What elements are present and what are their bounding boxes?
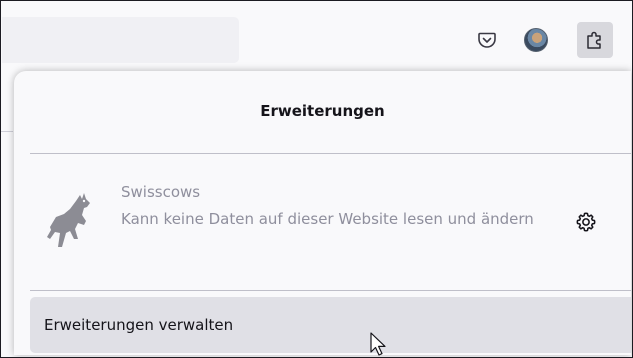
manage-extensions-label: Erweiterungen verwalten (44, 316, 234, 334)
extensions-button[interactable] (577, 22, 613, 58)
account-avatar-icon (524, 28, 548, 52)
panel-separator (30, 290, 631, 291)
pocket-icon (478, 32, 496, 48)
manage-extensions-button[interactable]: Erweiterungen verwalten (30, 297, 631, 353)
extension-permission-text: Kann keine Daten auf dieser Website lese… (121, 210, 534, 228)
url-bar[interactable] (2, 17, 239, 63)
swisscows-icon (47, 193, 90, 247)
mouse-cursor-icon (370, 332, 386, 356)
extension-item-swisscows[interactable]: Swisscows Kann keine Daten auf dieser We… (30, 167, 631, 277)
extensions-panel: Erweiterungen Swisscows Kann keine Daten… (14, 71, 631, 355)
panel-separator (30, 153, 631, 154)
panel-title: Erweiterungen (260, 102, 385, 120)
page-divider-line (1, 131, 13, 132)
pocket-button[interactable] (469, 22, 505, 58)
extension-name: Swisscows (121, 183, 201, 201)
extension-settings-button[interactable] (573, 209, 599, 235)
account-button[interactable] (518, 22, 554, 58)
gear-icon (576, 212, 596, 232)
browser-toolbar (1, 1, 632, 71)
extensions-puzzle-icon (587, 31, 601, 49)
